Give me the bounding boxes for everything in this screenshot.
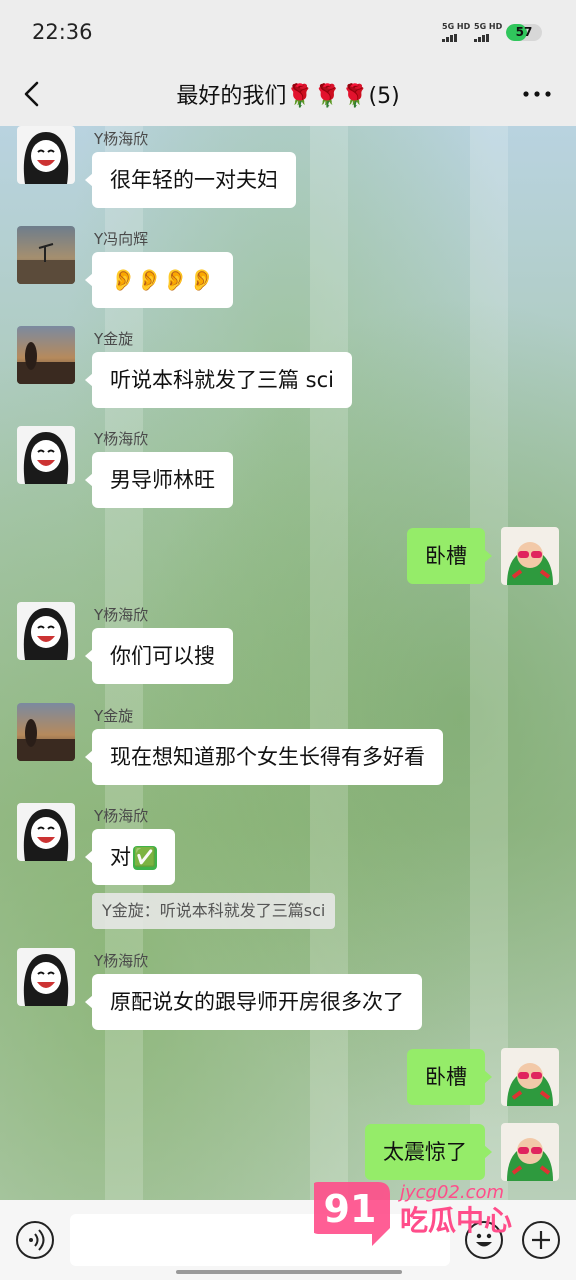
emoji-icon[interactable] xyxy=(465,1221,503,1259)
avatar[interactable] xyxy=(17,326,75,384)
chat-area[interactable]: Y杨海欣 很年轻的一对夫妇 Y冯向辉 👂👂👂👂 Y金旋 听说本科就发了三篇 sc… xyxy=(0,126,576,1200)
my-avatar[interactable] xyxy=(501,1048,559,1106)
sender-name: Y杨海欣 xyxy=(94,606,149,624)
message-bubble[interactable]: 听说本科就发了三篇 sci xyxy=(85,352,352,408)
avatar[interactable] xyxy=(17,126,75,184)
message-input[interactable] xyxy=(70,1214,450,1266)
message-bubble-outgoing[interactable]: 卧槽 xyxy=(407,528,492,584)
avatar[interactable] xyxy=(17,948,75,1006)
battery-percent: 57 xyxy=(515,25,533,39)
status-time: 22:36 xyxy=(32,20,93,44)
sender-name: Y金旋 xyxy=(94,707,134,725)
message-bubble[interactable]: 对 ✅ xyxy=(85,829,175,885)
sender-name: Y杨海欣 xyxy=(94,807,149,825)
message-bubble-outgoing[interactable]: 卧槽 xyxy=(407,1049,492,1105)
my-avatar[interactable] xyxy=(501,527,559,585)
message-bubble[interactable]: 现在想知道那个女生长得有多好看 xyxy=(85,729,443,785)
signal-sim2-icon: 5G HD xyxy=(474,22,502,42)
signal-sim1-icon: 5G HD xyxy=(442,22,470,42)
message-bubble[interactable]: 👂👂👂👂 xyxy=(85,252,233,308)
message-bubble[interactable]: 很年轻的一对夫妇 xyxy=(85,152,296,208)
my-avatar[interactable] xyxy=(501,1123,559,1181)
avatar[interactable] xyxy=(17,602,75,660)
check-mark-icon: ✅ xyxy=(133,846,157,870)
voice-icon[interactable] xyxy=(16,1221,54,1259)
sender-name: Y杨海欣 xyxy=(94,130,149,148)
avatar[interactable] xyxy=(17,426,75,484)
message-text: 对 xyxy=(110,845,131,869)
status-bar: 22:36 5G HD 5G HD 57 xyxy=(0,0,576,64)
chevron-left-icon[interactable] xyxy=(18,78,48,110)
chat-header: 最好的我们🌹🌹🌹(5) xyxy=(0,64,576,126)
plus-icon[interactable] xyxy=(522,1221,560,1259)
message-bubble[interactable]: 你们可以搜 xyxy=(85,628,233,684)
sender-name: Y杨海欣 xyxy=(94,952,149,970)
message-bubble-outgoing[interactable]: 太震惊了 xyxy=(365,1124,492,1180)
sender-name: Y金旋 xyxy=(94,330,134,348)
sender-name: Y杨海欣 xyxy=(94,430,149,448)
message-bubble[interactable]: 原配说女的跟导师开房很多次了 xyxy=(85,974,422,1030)
avatar[interactable] xyxy=(17,803,75,861)
avatar[interactable] xyxy=(17,703,75,761)
battery-icon: 57 xyxy=(506,24,542,41)
sender-name: Y冯向辉 xyxy=(94,230,149,248)
chat-title: 最好的我们🌹🌹🌹(5) xyxy=(176,84,400,109)
quoted-message[interactable]: Y金旋：听说本科就发了三篇sci xyxy=(92,893,336,929)
home-indicator[interactable] xyxy=(176,1270,402,1274)
message-bubble[interactable]: 男导师林旺 xyxy=(85,452,233,508)
input-bar xyxy=(0,1200,576,1280)
avatar[interactable] xyxy=(17,226,75,284)
more-dots-icon[interactable] xyxy=(520,80,554,108)
